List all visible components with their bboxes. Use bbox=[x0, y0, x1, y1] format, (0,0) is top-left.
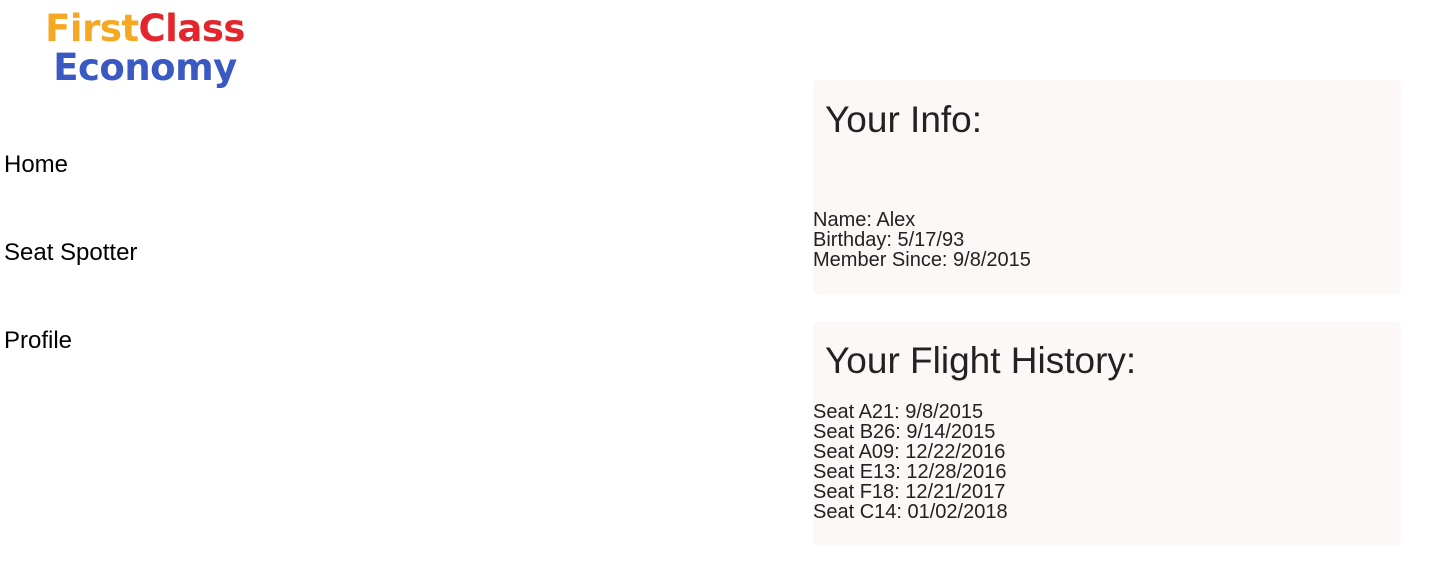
nav-item-home[interactable]: Home bbox=[4, 150, 137, 238]
info-birthday: Birthday: 5/17/93 bbox=[813, 229, 965, 251]
flight-history-item: Seat A09: 12/22/2016 bbox=[813, 441, 1006, 463]
logo-line-top: FirstClass bbox=[40, 10, 250, 47]
your-info-details: Name: Alex Birthday: 5/17/93 Member Sinc… bbox=[813, 210, 1031, 270]
flight-history-item: Seat A21: 9/8/2015 bbox=[813, 401, 984, 423]
nav-item-profile[interactable]: Profile bbox=[4, 326, 137, 414]
page: FirstClass Economy Home Seat Spotter Pro… bbox=[0, 0, 1456, 580]
your-info-title: Your Info: bbox=[825, 99, 983, 140]
flight-history-item: Seat B26: 9/14/2015 bbox=[813, 421, 996, 443]
main-nav: Home Seat Spotter Profile bbox=[4, 150, 137, 414]
info-member-since: Member Since: 9/8/2015 bbox=[813, 249, 1031, 271]
flight-history-item: Seat F18: 12/21/2017 bbox=[813, 481, 1006, 503]
your-info-card: Your Info: Name: Alex Birthday: 5/17/93 … bbox=[813, 80, 1401, 295]
flight-history-item: Seat C14: 01/02/2018 bbox=[813, 501, 1008, 523]
flight-history-title: Your Flight History: bbox=[825, 340, 1137, 381]
logo-first-text: First bbox=[45, 7, 139, 50]
flight-history-card: Your Flight History: Seat A21: 9/8/2015 … bbox=[813, 321, 1401, 546]
logo-class-text: Class bbox=[138, 7, 246, 50]
flight-history-item: Seat E13: 12/28/2016 bbox=[813, 461, 1007, 483]
logo-economy-text: Economy bbox=[53, 46, 237, 89]
flight-history-list: Seat A21: 9/8/2015 Seat B26: 9/14/2015 S… bbox=[813, 402, 1008, 522]
info-name: Name: Alex bbox=[813, 209, 916, 231]
nav-item-seat-spotter[interactable]: Seat Spotter bbox=[4, 238, 137, 326]
logo[interactable]: FirstClass Economy bbox=[40, 10, 250, 86]
